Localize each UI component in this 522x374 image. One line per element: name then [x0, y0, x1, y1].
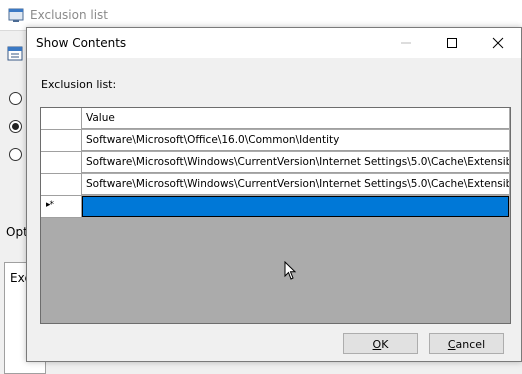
mouse-cursor-icon [284, 261, 297, 280]
dialog-title: Show Contents [36, 36, 127, 50]
grid-header-row: Value [41, 108, 510, 130]
value-cell[interactable]: Software\Microsoft\Office\16.0\Common\Id… [82, 130, 509, 151]
new-row-marker-icon: ▸* [46, 200, 54, 210]
grid-corner-header[interactable] [41, 108, 82, 130]
radio-option-1[interactable] [9, 92, 22, 105]
minimize-icon [401, 42, 411, 44]
cancel-mnemonic: C [447, 338, 456, 351]
dialog-title-bar[interactable]: Show Contents [27, 28, 521, 58]
radio-option-2[interactable] [9, 120, 22, 133]
table-row[interactable]: Software\Microsoft\Windows\CurrentVersio… [41, 152, 510, 174]
contents-grid[interactable]: Value Software\Microsoft\Office\16.0\Com… [40, 107, 511, 324]
new-row-header[interactable]: ▸* [41, 196, 82, 218]
cancel-button[interactable]: Cancel [429, 333, 504, 354]
row-header[interactable] [41, 174, 82, 196]
ok-button[interactable]: OK [343, 333, 418, 354]
value-cell[interactable]: Software\Microsoft\Windows\CurrentVersio… [82, 152, 509, 173]
new-row[interactable]: ▸* [41, 196, 510, 218]
radio-option-3[interactable] [9, 148, 22, 161]
row-header[interactable] [41, 130, 82, 152]
ok-label: K [381, 338, 389, 351]
maximize-button[interactable] [429, 28, 475, 58]
cancel-label: ancel [455, 338, 486, 351]
close-button[interactable] [475, 28, 521, 58]
row-header[interactable] [41, 152, 82, 174]
table-row[interactable]: Software\Microsoft\Office\16.0\Common\Id… [41, 130, 510, 152]
maximize-icon [447, 38, 457, 48]
table-row[interactable]: Software\Microsoft\Windows\CurrentVersio… [41, 174, 510, 196]
column-header-value[interactable]: Value [82, 108, 509, 129]
app-window-icon [8, 8, 24, 22]
parent-window-title: Exclusion list [30, 8, 108, 22]
exclusion-list-label: Exclusion list: [41, 78, 117, 91]
minimize-button[interactable] [383, 28, 429, 58]
new-value-cell[interactable] [82, 196, 509, 217]
ok-mnemonic: O [372, 338, 382, 351]
value-cell[interactable]: Software\Microsoft\Windows\CurrentVersio… [82, 174, 509, 195]
close-icon [492, 37, 504, 49]
show-contents-dialog: Show Contents Exclusion list: Value Soft… [26, 27, 522, 362]
calendar-icon[interactable] [7, 45, 23, 61]
